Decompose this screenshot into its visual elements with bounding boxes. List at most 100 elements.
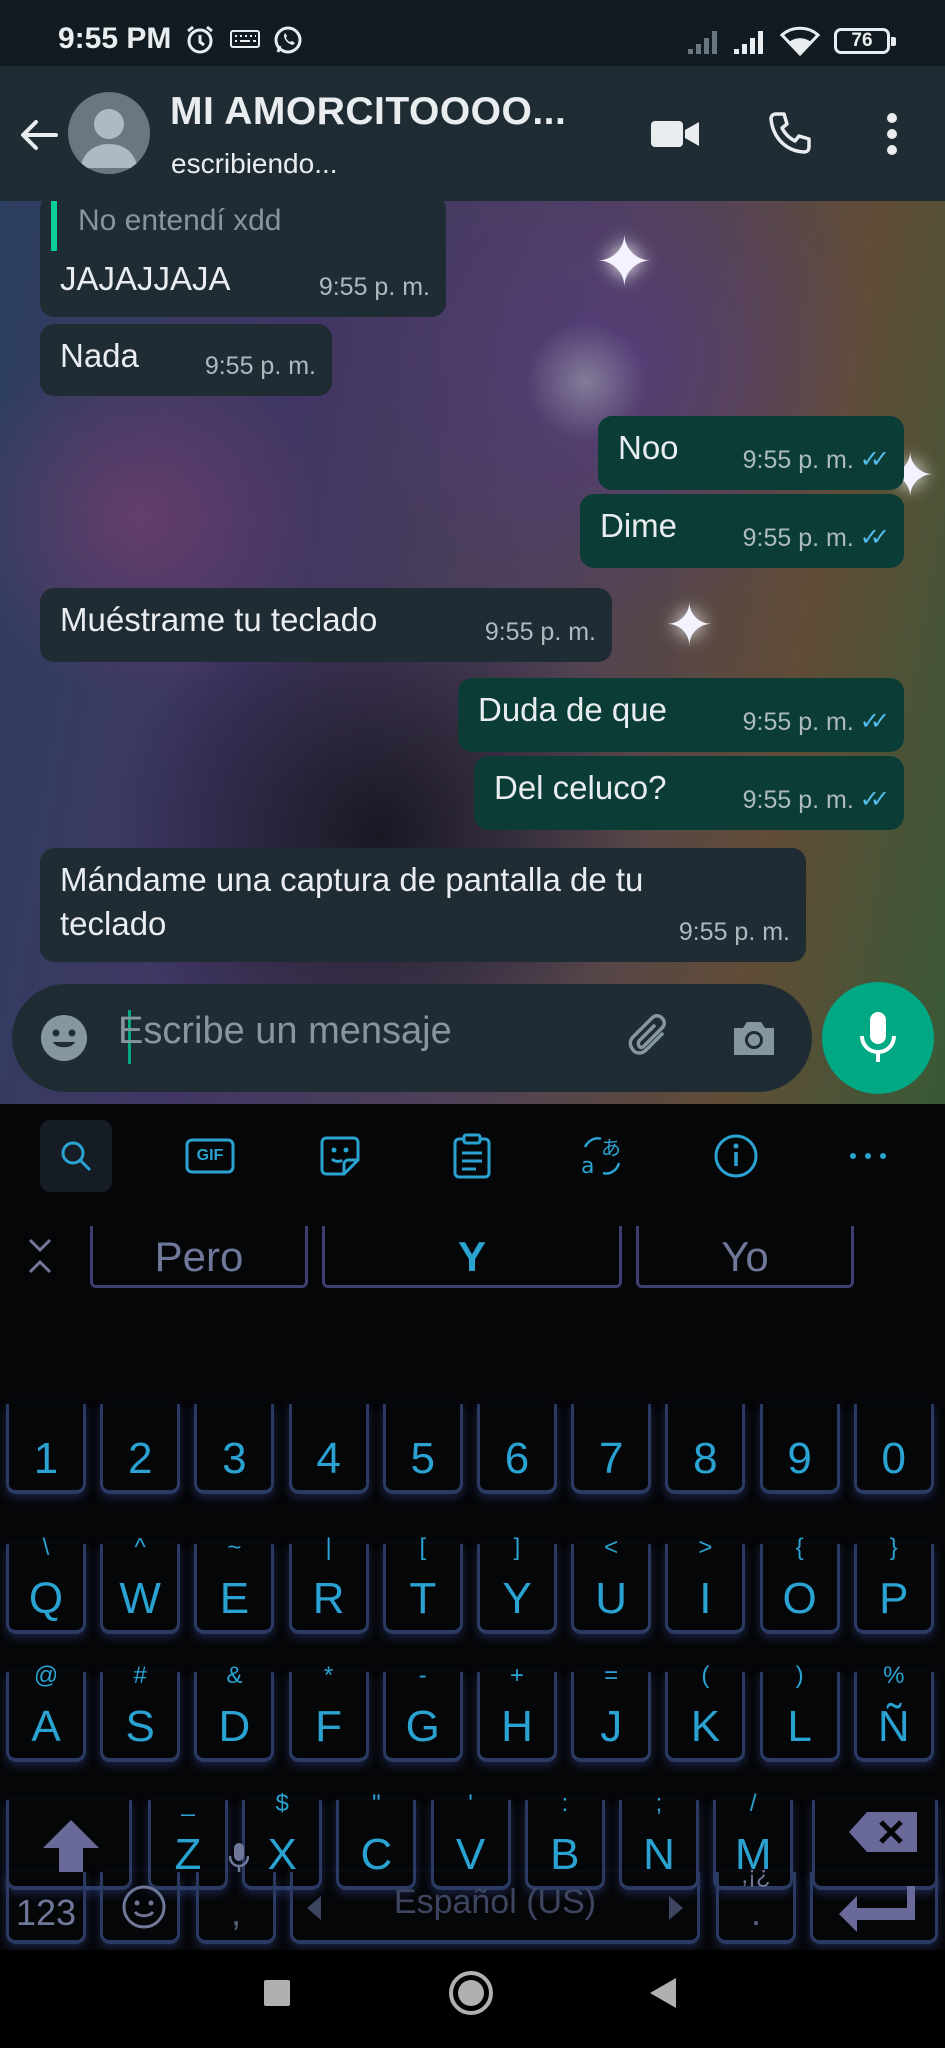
key-u[interactable]: < U: [571, 1534, 652, 1634]
key-4[interactable]: 4: [288, 1404, 369, 1494]
avatar[interactable]: [68, 92, 150, 174]
key-g[interactable]: -G: [382, 1662, 463, 1762]
key-j[interactable]: = J: [571, 1662, 652, 1762]
key-e[interactable]: ~ E: [194, 1534, 275, 1634]
key-9[interactable]: 9: [759, 1404, 840, 1494]
key-r[interactable]: | R: [288, 1534, 369, 1634]
key-hint: \: [42, 1534, 50, 1561]
key-a[interactable]: @ A: [6, 1662, 86, 1762]
message-input[interactable]: Escribe un mensaje: [118, 1010, 452, 1053]
key-hint: _: [181, 1790, 195, 1817]
message-bubble-incoming[interactable]: Muéstrame tu teclado 9:55 p. m.: [40, 588, 612, 662]
key-8[interactable]: 8: [665, 1404, 746, 1494]
key-k[interactable]: (K: [665, 1662, 746, 1762]
key-1[interactable]: 1: [6, 1404, 86, 1494]
key-6[interactable]: 6: [477, 1404, 557, 1494]
key-y[interactable]: ] Y: [477, 1534, 557, 1634]
smiley-icon: [122, 1885, 166, 1929]
message-bubble-incoming[interactable]: Nada 9:55 p. m.: [40, 324, 332, 396]
navigation-bar: [0, 1950, 945, 2048]
key-3[interactable]: 3: [194, 1404, 275, 1494]
key-f[interactable]: * F: [288, 1662, 369, 1762]
key-hint: ;: [655, 1790, 663, 1817]
chat-header: MI AMORCITOOOO... escribiendo...: [0, 66, 945, 201]
key-7[interactable]: 7: [571, 1404, 652, 1494]
home-button[interactable]: [448, 1970, 494, 2021]
key-o[interactable]: {O: [759, 1534, 840, 1634]
key-l[interactable]: ) L: [759, 1662, 840, 1762]
key-h[interactable]: + H: [477, 1662, 557, 1762]
key-label: 8: [693, 1434, 718, 1483]
suggestion-2[interactable]: Y: [322, 1226, 622, 1288]
voice-message-button[interactable]: [822, 982, 934, 1094]
key-label: 0: [881, 1434, 907, 1483]
key-hint: ": [372, 1790, 381, 1817]
phone-icon: [769, 112, 811, 154]
key-w[interactable]: ^ W: [100, 1534, 181, 1634]
enter-key[interactable]: [810, 1872, 938, 1944]
gif-label: GIF: [196, 1147, 224, 1164]
info-button[interactable]: [700, 1120, 772, 1192]
translate-icon: aあ: [581, 1136, 621, 1179]
gif-button[interactable]: GIF: [174, 1120, 246, 1192]
key-label: W: [119, 1574, 161, 1623]
comma-key[interactable]: ,: [196, 1843, 276, 1944]
camera-button[interactable]: [724, 1008, 784, 1068]
key-5[interactable]: 5: [382, 1404, 463, 1494]
key-s[interactable]: # S: [100, 1662, 181, 1762]
suggestion-1[interactable]: Pero: [90, 1226, 308, 1288]
key-0[interactable]: 0: [853, 1404, 934, 1494]
space-key[interactable]: Español (US): [290, 1872, 700, 1944]
period-key[interactable]: ,¡¿ .: [716, 1862, 796, 1944]
emoji-key[interactable]: [100, 1872, 180, 1944]
message-text: JAJAJJAJA: [60, 260, 231, 297]
back-nav-button[interactable]: [648, 1976, 678, 2015]
paperclip-icon: [628, 1014, 666, 1055]
key-t[interactable]: [T: [382, 1534, 463, 1634]
double-check-icon: ✓✓: [859, 786, 890, 813]
keyboard-search-button[interactable]: [40, 1120, 112, 1192]
key-hint: ): [795, 1662, 804, 1689]
key-d[interactable]: & D: [194, 1662, 275, 1762]
circle-icon: [449, 1971, 493, 2015]
collapse-suggestions-button[interactable]: [24, 1236, 56, 1281]
message-composer[interactable]: Escribe un mensaje: [12, 984, 812, 1092]
more-options-button[interactable]: [864, 106, 920, 162]
key-label: Q: [28, 1574, 64, 1623]
key-hint: |: [325, 1534, 332, 1561]
key-i[interactable]: > I: [665, 1534, 746, 1634]
key-label: 9: [787, 1434, 812, 1483]
message-bubble-outgoing[interactable]: Dime 9:55 p. m. ✓✓: [580, 494, 904, 568]
message-bubble-incoming[interactable]: Mándame una captura de pantalla de tu te…: [40, 848, 806, 962]
key-hint: ^: [134, 1534, 146, 1561]
contact-name[interactable]: MI AMORCITOOOO...: [170, 90, 566, 134]
suggestion-3[interactable]: Yo: [636, 1226, 854, 1288]
more-button[interactable]: [832, 1120, 904, 1192]
key-ñ[interactable]: % Ñ: [853, 1662, 934, 1762]
key-q[interactable]: \ Q: [6, 1534, 86, 1634]
key-hint: {: [795, 1534, 804, 1561]
shift-icon: [43, 1820, 99, 1872]
message-time: 9:55 p. m.: [742, 786, 854, 814]
message-bubble-outgoing[interactable]: Duda de que 9:55 p. m. ✓✓: [458, 678, 904, 752]
message-bubble-incoming[interactable]: No entendí xdd JAJAJJAJA 9:55 p. m.: [40, 195, 446, 317]
recents-button[interactable]: [262, 1978, 292, 2013]
message-bubble-outgoing[interactable]: Del celuco? 9:55 p. m. ✓✓: [474, 756, 904, 830]
key-hint: *: [323, 1662, 334, 1689]
sticker-button[interactable]: [304, 1120, 376, 1192]
message-bubble-outgoing[interactable]: Noo 9:55 p. m. ✓✓: [598, 416, 904, 490]
attach-button[interactable]: [620, 1008, 680, 1068]
key-p[interactable]: } P: [853, 1534, 934, 1634]
clipboard-button[interactable]: [436, 1120, 508, 1192]
emoji-button[interactable]: [34, 1008, 94, 1068]
video-call-button[interactable]: [647, 106, 703, 162]
key-hint: +: [509, 1662, 524, 1689]
back-button[interactable]: [14, 110, 64, 160]
voice-call-button[interactable]: [762, 106, 818, 162]
search-icon: [61, 1141, 92, 1172]
symbols-key[interactable]: 123: [6, 1872, 86, 1944]
translate-button[interactable]: aあ: [568, 1120, 640, 1192]
key-label: 4: [316, 1434, 341, 1483]
key-label: O: [782, 1574, 817, 1623]
key-2[interactable]: 2: [100, 1404, 181, 1494]
